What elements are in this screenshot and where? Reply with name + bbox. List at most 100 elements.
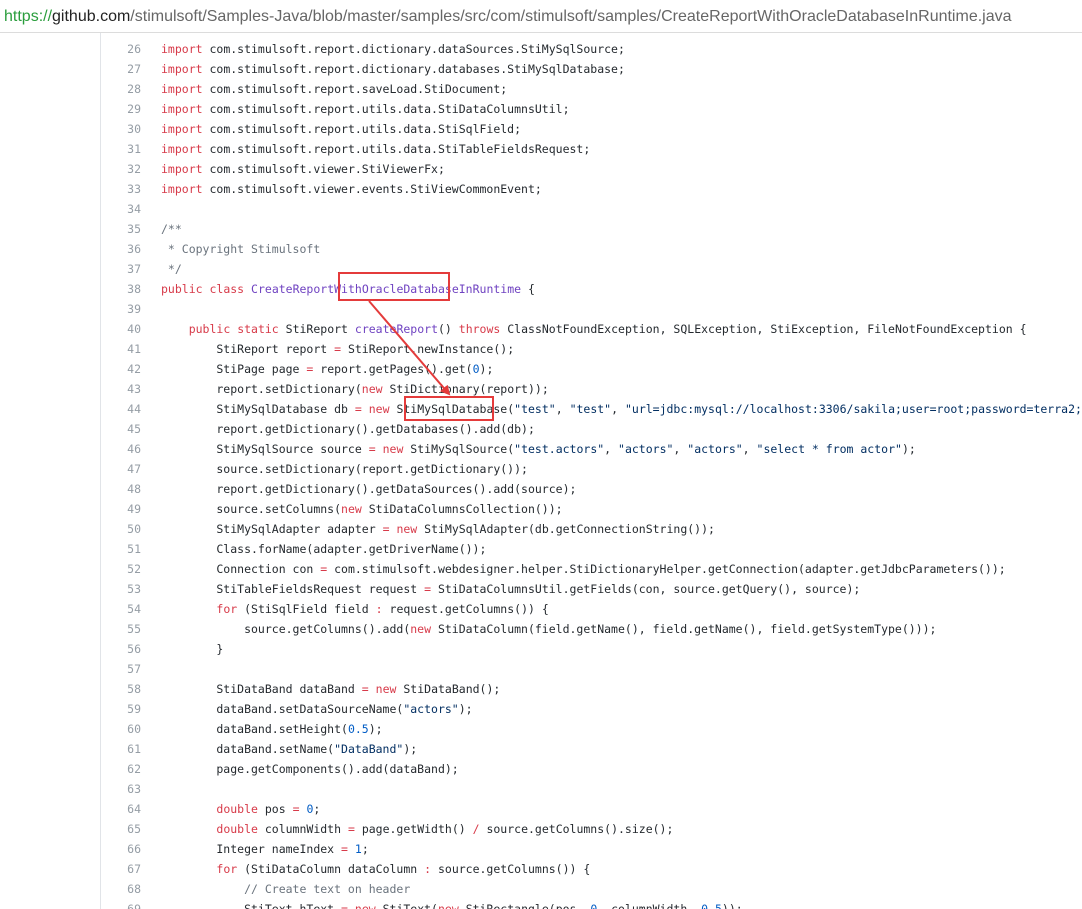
code-token: createReport xyxy=(354,322,438,336)
line-number[interactable]: 63 xyxy=(101,779,141,799)
line-number[interactable]: 27 xyxy=(101,59,141,79)
line-number[interactable]: 37 xyxy=(101,259,141,279)
code-token: // Create text on header xyxy=(161,882,411,896)
code-line: 29 import com.stimulsoft.report.utils.dat… xyxy=(101,99,1082,119)
code-line: 60 dataBand.setHeight(0.5); xyxy=(101,719,1082,739)
code-token: com.stimulsoft.report.utils.data.StiTabl… xyxy=(202,142,591,156)
code-token: , xyxy=(611,402,625,416)
code-token: Integer nameIndex xyxy=(161,842,342,856)
code-token: = xyxy=(334,342,342,356)
code-line: 52 Connection con = com.stimulsoft.webde… xyxy=(101,559,1082,579)
highlight-class-name xyxy=(338,272,450,301)
code-text: for (StiSqlField field : request.getColu… xyxy=(141,599,548,619)
code-text: for (StiDataColumn dataColumn : source.g… xyxy=(141,859,590,879)
code-token: source.setColumns( xyxy=(161,502,342,516)
code-token: 0.5 xyxy=(701,902,722,909)
line-number[interactable]: 69 xyxy=(101,899,141,909)
line-number[interactable]: 40 xyxy=(101,319,141,339)
line-number[interactable]: 33 xyxy=(101,179,141,199)
code-line: 47 source.setDictionary(report.getDictio… xyxy=(101,459,1082,479)
line-number[interactable]: 49 xyxy=(101,499,141,519)
code-token: throws xyxy=(458,322,501,336)
line-number[interactable]: 44 xyxy=(101,399,141,419)
code-token: new xyxy=(396,522,418,536)
line-number[interactable]: 58 xyxy=(101,679,141,699)
code-text: Class.forName(adapter.getDriverName()); xyxy=(141,539,486,559)
code-text: } xyxy=(141,639,223,659)
line-number[interactable]: 53 xyxy=(101,579,141,599)
code-token: StiReport xyxy=(278,322,355,336)
line-number[interactable]: 66 xyxy=(101,839,141,859)
line-number[interactable]: 29 xyxy=(101,99,141,119)
line-number[interactable]: 54 xyxy=(101,599,141,619)
line-number[interactable]: 32 xyxy=(101,159,141,179)
code-line: 45 report.getDictionary().getDatabases()… xyxy=(101,419,1082,439)
line-number[interactable]: 31 xyxy=(101,139,141,159)
code-line: 30 import com.stimulsoft.report.utils.dat… xyxy=(101,119,1082,139)
code-text: source.getColumns().add(new StiDataColum… xyxy=(141,619,936,639)
code-token: new xyxy=(354,902,376,909)
line-number[interactable]: 59 xyxy=(101,699,141,719)
code-token: StiText( xyxy=(375,902,438,909)
url-path: /stimulsoft/Samples-Java/blob/master/sam… xyxy=(130,8,1012,25)
code-line: 55 source.getColumns().add(new StiDataCo… xyxy=(101,619,1082,639)
line-number[interactable]: 36 xyxy=(101,239,141,259)
code-token: "url=jdbc:mysql://localhost:3306/sakila;… xyxy=(624,402,1082,416)
line-number[interactable]: 28 xyxy=(101,79,141,99)
line-number[interactable]: 38 xyxy=(101,279,141,299)
line-number[interactable]: 62 xyxy=(101,759,141,779)
url-host: github.com xyxy=(52,8,131,25)
line-number[interactable]: 52 xyxy=(101,559,141,579)
line-number[interactable]: 26 xyxy=(101,39,141,59)
code-token: source.getColumns().size(); xyxy=(479,822,674,836)
line-number[interactable]: 65 xyxy=(101,819,141,839)
code-text: import com.stimulsoft.report.utils.data.… xyxy=(141,139,590,159)
line-number[interactable]: 64 xyxy=(101,799,141,819)
line-number[interactable]: 51 xyxy=(101,539,141,559)
code-token: ); xyxy=(901,442,916,456)
code-token: com.stimulsoft.report.dictionary.databas… xyxy=(202,62,625,76)
line-number[interactable]: 34 xyxy=(101,199,141,219)
line-number[interactable]: 39 xyxy=(101,299,141,319)
code-token: pos xyxy=(257,802,293,816)
code-token: "test" xyxy=(514,402,556,416)
code-text: double columnWidth = page.getWidth() / s… xyxy=(141,819,673,839)
address-bar[interactable]: https://github.com/stimulsoft/Samples-Ja… xyxy=(0,0,1082,33)
code-token: source.setDictionary(report.getDictionar… xyxy=(161,462,528,476)
line-number[interactable]: 68 xyxy=(101,879,141,899)
code-token: for xyxy=(216,602,238,616)
code-line: 65 double columnWidth = page.getWidth() … xyxy=(101,819,1082,839)
code-token: ); xyxy=(403,742,418,756)
line-number[interactable]: 43 xyxy=(101,379,141,399)
line-number[interactable]: 55 xyxy=(101,619,141,639)
line-number[interactable]: 35 xyxy=(101,219,141,239)
code-line: 48 report.getDictionary().getDataSources… xyxy=(101,479,1082,499)
code-token: report.setDictionary( xyxy=(161,382,362,396)
line-number[interactable]: 50 xyxy=(101,519,141,539)
line-number[interactable]: 48 xyxy=(101,479,141,499)
line-number[interactable]: 67 xyxy=(101,859,141,879)
line-number[interactable]: 41 xyxy=(101,339,141,359)
code-text: StiTableFieldsRequest request = StiDataC… xyxy=(141,579,860,599)
line-number[interactable]: 56 xyxy=(101,639,141,659)
code-line: 46 StiMySqlSource source = new StiMySqlS… xyxy=(101,439,1082,459)
code-token: com.stimulsoft.webdesigner.helper.StiDic… xyxy=(327,562,1006,576)
line-number[interactable]: 45 xyxy=(101,419,141,439)
line-number[interactable]: 60 xyxy=(101,719,141,739)
code-text: // Create text on header xyxy=(141,879,410,899)
code-text: source.setColumns(new StiDataColumnsColl… xyxy=(141,499,562,519)
code-text: StiPage page = report.getPages().get(0); xyxy=(141,359,493,379)
line-number[interactable]: 30 xyxy=(101,119,141,139)
line-number[interactable]: 46 xyxy=(101,439,141,459)
line-number[interactable]: 42 xyxy=(101,359,141,379)
code-line: 36 * Copyright Stimulsoft xyxy=(101,239,1082,259)
code-token: import xyxy=(161,182,203,196)
url-scheme: https:// xyxy=(4,8,53,25)
line-number[interactable]: 61 xyxy=(101,739,141,759)
line-number[interactable]: 47 xyxy=(101,459,141,479)
line-number[interactable]: 57 xyxy=(101,659,141,679)
